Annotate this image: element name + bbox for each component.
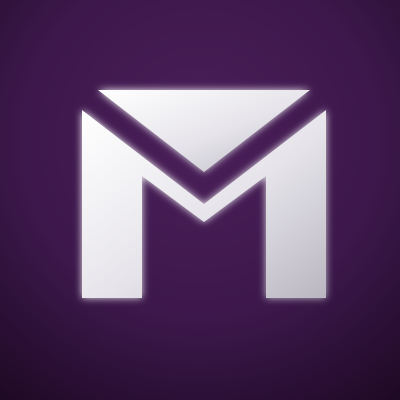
app-icon [0, 0, 400, 400]
icon-background [0, 0, 400, 400]
envelope-m-logo-icon [0, 0, 400, 400]
